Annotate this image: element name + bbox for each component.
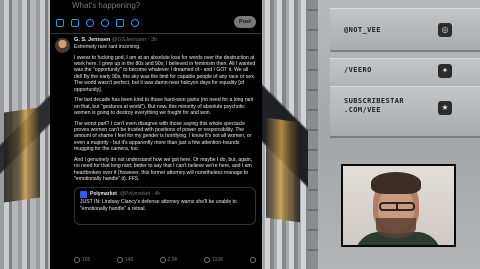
twitter-icon: ✦ [438,64,452,78]
repost-icon [116,257,123,263]
streamer-glasses [379,202,415,211]
concrete-tunnel-background-left [0,0,50,269]
author-name[interactable]: G. S. Jennsen [74,37,110,43]
reply-action[interactable]: 166 [74,257,90,263]
location-icon[interactable] [131,19,139,27]
link-label-instagram: @NOT_VEE [344,26,381,34]
author-avatar[interactable] [55,38,70,53]
view-count: 110K [212,257,224,263]
views-icon [204,257,211,263]
link-slot-subscribestar: SUBSCRIBESTAR .COM/VEE ★ [330,86,480,138]
bookmark-icon [249,257,256,263]
author-handle[interactable]: @GSJennsen · 3h [112,37,157,43]
schedule-icon[interactable] [116,19,124,27]
concrete-rail [308,0,318,269]
streamer-hair [371,172,421,194]
tweet-paragraph: The last decade has been kind to those h… [74,97,254,117]
image-icon[interactable] [56,19,64,27]
like-count: 2.5K [167,257,178,263]
quoted-author-handle: @Polymarket · 4h [119,191,161,198]
tweet-body: Extremely rare rant incoming. I swear to… [74,44,256,182]
quoted-post-header: Polymarket @Polymarket · 4h [80,191,250,199]
tweet-paragraph: I swear to fucking god, I am at an absol… [74,54,256,93]
polymarket-logo-icon [80,191,87,199]
subscribestar-icon: ★ [438,101,452,115]
webcam-overlay [341,164,456,247]
concrete-tunnel-background-middle [262,0,308,269]
quoted-post[interactable]: Polymarket @Polymarket · 4h JUST IN: Lin… [74,187,256,226]
quoted-post-text: JUST IN: Lindsay Clancy's defense attorn… [80,199,237,212]
views-action[interactable]: 110K [204,257,224,263]
link-label-twitter: /VEERO [344,66,372,74]
like-action[interactable]: 2.5K [159,257,178,263]
quoted-author-name: Polymarket [90,191,117,198]
social-post-panel: What's happening? Post G. S. Jennsen @GS… [50,0,262,269]
repost-count: 148 [124,257,134,263]
heart-icon [159,257,166,263]
link-slot-instagram: @NOT_VEE ◎ [330,8,480,52]
streamer-beard [376,218,416,238]
tweet-paragraph: The worst part? I can't even disagree wi… [74,120,252,153]
glowing-portal-left [4,107,40,203]
compose-placeholder[interactable]: What's happening? [72,1,140,10]
gif-icon[interactable] [71,19,79,27]
emoji-icon[interactable] [101,19,109,27]
repost-action[interactable]: 148 [116,257,134,263]
bookmark-action[interactable] [249,257,256,263]
post-button[interactable]: Post [234,16,256,28]
engagement-bar: 166 148 2.5K 110K [74,257,256,263]
compose-box: What's happening? Post [50,0,262,34]
tweet-paragraph: And I genuinely do not understand how we… [74,156,253,183]
reply-icon [74,257,80,263]
instagram-icon: ◎ [438,23,452,37]
tweet-header: G. S. Jennsen @GSJennsen · 3h [74,36,256,44]
reply-count: 166 [82,257,91,263]
link-label-subscribestar: SUBSCRIBESTAR .COM/VEE [344,97,404,114]
compose-toolbar [56,19,139,27]
tweet[interactable]: G. S. Jennsen @GSJennsen · 3h Extremely … [50,36,262,226]
glowing-portal-middle [266,117,300,223]
tweet-paragraph: Extremely rare rant incoming. [74,44,141,50]
poll-icon[interactable] [86,19,94,27]
